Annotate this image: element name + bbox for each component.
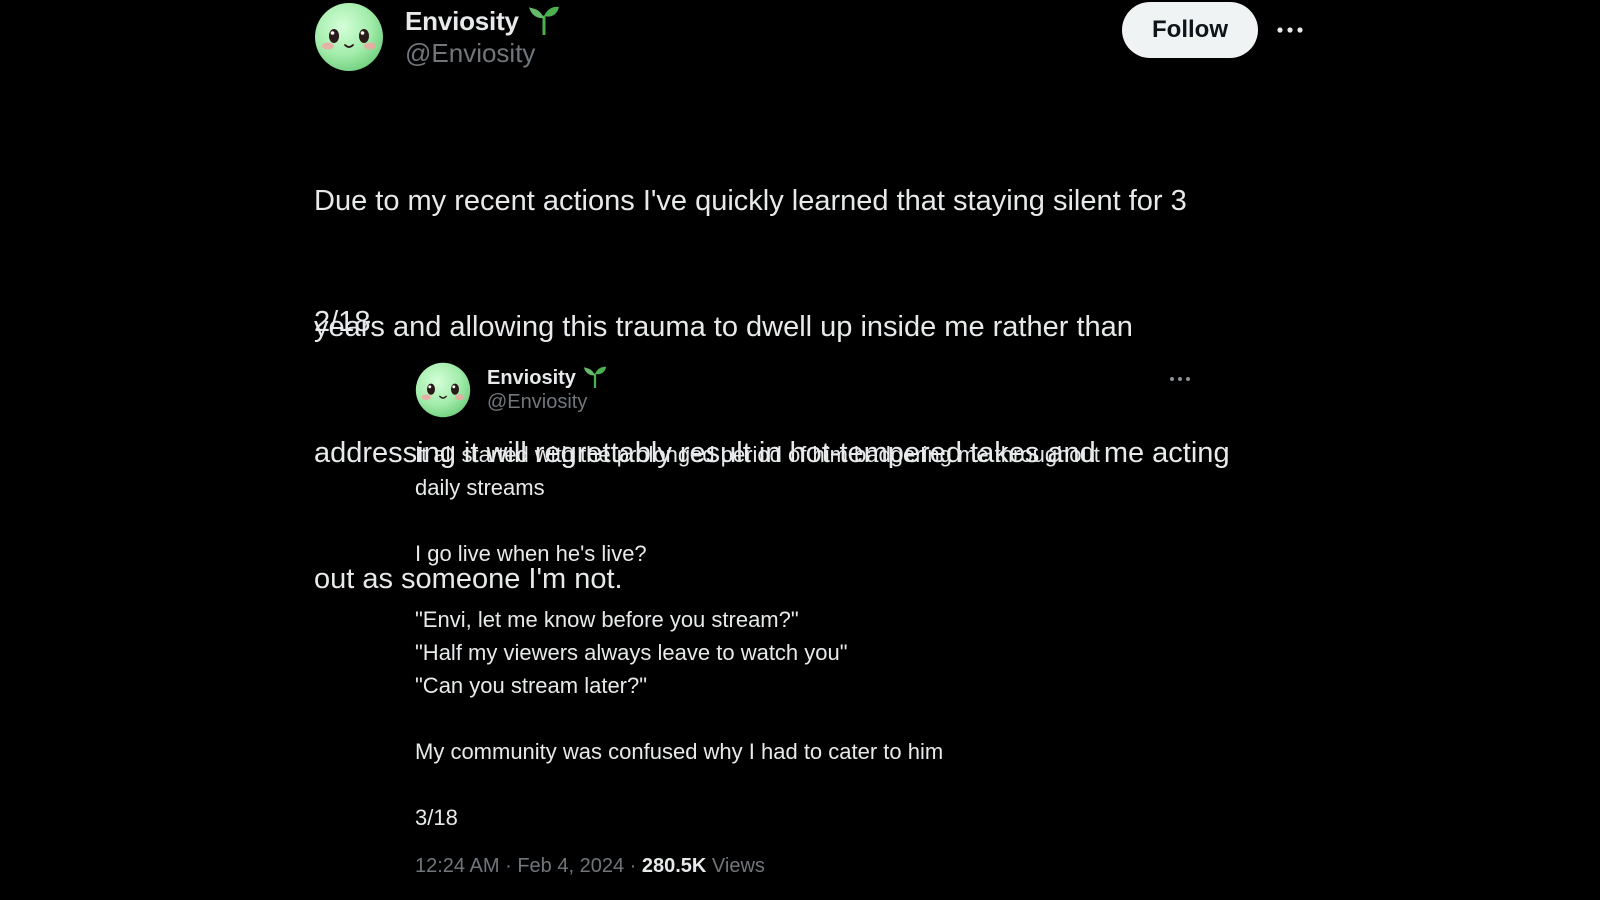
quoted-author-handle[interactable]: @Enviosity (487, 391, 587, 414)
quoted-text-line: I go live when he's live? (415, 541, 647, 566)
quoted-avatar[interactable] (415, 362, 471, 418)
meta-separator: · (505, 855, 512, 877)
post-time[interactable]: 12:24 AM (415, 855, 500, 877)
views-label: Views (711, 855, 765, 877)
more-dots-icon (1277, 27, 1303, 33)
quoted-text-line: "Half my viewers always leave to watch y… (415, 640, 848, 665)
quoted-author-name-row: Enviosity (487, 364, 608, 393)
main-author-name[interactable]: Enviosity (405, 6, 519, 37)
main-author-handle[interactable]: @Enviosity (405, 38, 535, 69)
main-post-text-line: Due to my recent actions I've quickly le… (314, 185, 1187, 217)
quoted-more-options-button[interactable] (1167, 366, 1193, 392)
main-author-name-row: Enviosity (405, 3, 561, 40)
quoted-post-text: It all started with the prolonged period… (415, 438, 1195, 834)
quoted-text-line: "Envi, let me know before you stream?" (415, 607, 799, 632)
more-dots-icon (1170, 377, 1190, 381)
post-date[interactable]: Feb 4, 2024 (517, 855, 624, 877)
more-options-button[interactable] (1274, 14, 1306, 46)
green-face-avatar-icon (315, 3, 383, 71)
meta-separator: · (629, 855, 637, 877)
quoted-author-name[interactable]: Enviosity (487, 367, 576, 390)
main-avatar[interactable] (314, 2, 384, 72)
quoted-text-line: It all started with the prolonged period… (415, 442, 1100, 467)
sprout-icon (582, 364, 608, 393)
main-thread-count: 2/18 (314, 306, 371, 338)
views-count[interactable]: 280.5K (642, 855, 707, 877)
sprout-icon (527, 3, 561, 40)
follow-button[interactable]: Follow (1122, 2, 1258, 58)
post-meta: 12:24 AM · Feb 4, 2024 · 280.5K Views (415, 855, 765, 878)
quoted-text-line: "Can you stream later?" (415, 673, 648, 698)
quoted-text-line: My community was confused why I had to c… (415, 739, 944, 764)
green-face-avatar-icon (415, 362, 471, 418)
main-post-text-line: years and allowing this trauma to dwell … (314, 311, 1133, 343)
quoted-text-line: daily streams (415, 475, 545, 500)
quoted-thread-count: 3/18 (415, 805, 458, 830)
